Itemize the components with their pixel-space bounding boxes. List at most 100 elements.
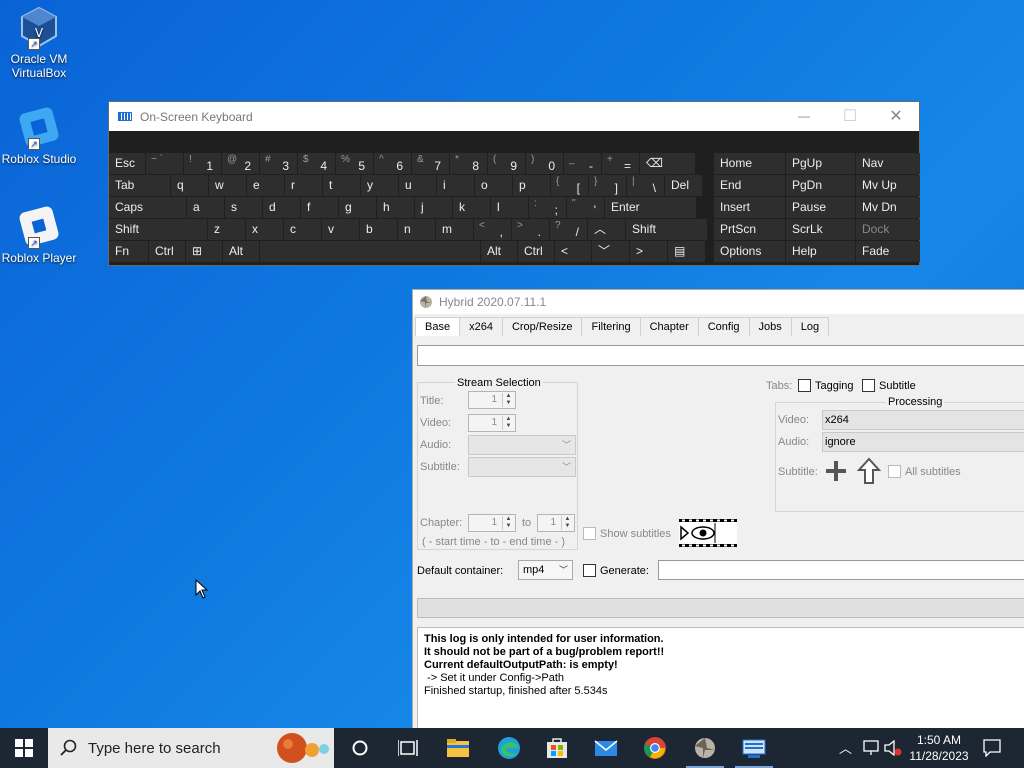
generate-checkbox[interactable] [583, 564, 596, 577]
title-stepper[interactable]: 1 ▲ ▼ [468, 391, 516, 409]
osk-key[interactable]: & 7 [412, 153, 449, 174]
osk-nav-key[interactable]: PrtScn [714, 219, 785, 240]
osk-key[interactable]: #3 [260, 153, 297, 174]
osk-key[interactable]: Caps [109, 197, 186, 218]
osk-key[interactable]: Fn [109, 241, 148, 262]
windows-start-icon[interactable] [15, 739, 33, 757]
osk-key[interactable]: Shift [109, 219, 207, 240]
osk-nav-key[interactable]: Help [786, 241, 855, 262]
osk-key[interactable]: c [284, 219, 321, 240]
osk-key[interactable]: n [398, 219, 435, 240]
hybrid-taskbar-icon[interactable] [693, 736, 717, 760]
osk-key[interactable]: @2 [222, 153, 259, 174]
osk-nav-key[interactable]: End [714, 175, 785, 196]
osk-nav-key[interactable]: PgUp [786, 153, 855, 174]
tagging-checkbox[interactable] [798, 379, 811, 392]
osk-key[interactable]: f [301, 197, 338, 218]
mail-icon[interactable] [594, 736, 618, 760]
osk-key[interactable]: a [187, 197, 224, 218]
video-stepper[interactable]: 1 ▲ ▼ [468, 414, 516, 432]
edge-icon[interactable] [497, 736, 521, 760]
cortana-icon[interactable] [351, 739, 369, 757]
osk-key[interactable]: r [285, 175, 322, 196]
osk-key[interactable]: s [225, 197, 262, 218]
osk-key[interactable]: i [437, 175, 474, 196]
search-box[interactable]: Type here to search [48, 728, 334, 768]
desktop-icon-virtualbox[interactable]: V ↗ Oracle VM VirtualBox [0, 6, 78, 80]
osk-key[interactable]: x [246, 219, 283, 240]
generate-field[interactable] [658, 560, 1024, 580]
tab-log[interactable]: Log [790, 317, 830, 336]
maximize-button[interactable]: ☐ [827, 102, 873, 131]
osk-key[interactable]: ▤ [668, 241, 705, 262]
osk-key[interactable]: $4 [298, 153, 335, 174]
osk-key[interactable]: y [361, 175, 398, 196]
subtitle-tab-checkbox[interactable] [862, 379, 875, 392]
osk-key[interactable]: > [630, 241, 667, 262]
osk-key[interactable]: d [263, 197, 300, 218]
osk-key[interactable]: _ - [564, 153, 601, 174]
minimize-button[interactable]: — [781, 102, 827, 131]
osk-nav-key[interactable]: Mv Up [856, 175, 920, 196]
osk-key[interactable]: ! 1 [184, 153, 221, 174]
osk-nav-key[interactable]: ScrLk [786, 219, 855, 240]
store-icon[interactable] [545, 736, 569, 760]
notification-center-icon[interactable] [983, 739, 1001, 757]
osk-key[interactable]: ⌫ [640, 153, 695, 174]
osk-key[interactable]: Del [665, 175, 702, 196]
osk-taskbar-icon[interactable] [742, 736, 766, 760]
osk-key[interactable]: m [436, 219, 473, 240]
default-container-select[interactable]: mp4 ﹀ [518, 560, 573, 580]
osk-key[interactable]: ^ 6 [374, 153, 411, 174]
close-button[interactable]: ✕ [873, 102, 919, 131]
subtitle-select[interactable]: ﹀ [468, 457, 576, 477]
osk-key[interactable]: q [171, 175, 208, 196]
tab-base[interactable]: Base [415, 317, 461, 336]
osk-nav-key[interactable]: Options [714, 241, 785, 262]
chapter-to-stepper[interactable]: 1 ▲ ▼ [537, 514, 575, 532]
tab-jobs[interactable]: Jobs [748, 317, 792, 336]
osk-nav-key[interactable]: Mv Dn [856, 197, 920, 218]
file-explorer-icon[interactable] [446, 736, 470, 760]
show-subtitles-checkbox[interactable] [583, 527, 596, 540]
osk-nav-key[interactable]: Pause [786, 197, 855, 218]
osk-key[interactable]: Shift [626, 219, 707, 240]
desktop-icon-roblox-player[interactable]: ↗ Roblox Player [0, 205, 78, 265]
osk-key[interactable]: g [339, 197, 376, 218]
osk-titlebar[interactable]: On-Screen Keyboard — ☐ ✕ [109, 102, 919, 131]
osk-key[interactable]: }] [589, 175, 626, 196]
osk-key[interactable]: Ctrl [149, 241, 185, 262]
osk-key[interactable] [260, 241, 480, 262]
osk-key[interactable]: * 8 [450, 153, 487, 174]
osk-key[interactable]: z [208, 219, 245, 240]
osk-key[interactable]: b [360, 219, 397, 240]
tray-chevron-up-icon[interactable]: ︿ [839, 738, 852, 757]
osk-key[interactable]: l [491, 197, 528, 218]
osk-key[interactable]: " ' [567, 197, 604, 218]
osk-key[interactable]: p [513, 175, 550, 196]
osk-key[interactable]: Tab [109, 175, 170, 196]
tab-x264[interactable]: x264 [459, 317, 503, 336]
osk-key[interactable]: ︿ [588, 219, 625, 240]
osk-key[interactable]: Ctrl [518, 241, 554, 262]
tab-config[interactable]: Config [697, 317, 750, 336]
volume-muted-icon[interactable] [884, 740, 902, 756]
input-file-field[interactable] [417, 345, 1024, 366]
audio-select[interactable]: ﹀ [468, 435, 576, 455]
osk-key[interactable]: t [323, 175, 360, 196]
osk-key[interactable]: ⊞ [186, 241, 222, 262]
osk-key[interactable]: :; [529, 197, 566, 218]
tab-crop-resize[interactable]: Crop/Resize [501, 317, 583, 336]
network-icon[interactable] [862, 740, 880, 756]
osk-key[interactable]: e [247, 175, 284, 196]
osk-key[interactable]: k [453, 197, 490, 218]
processing-audio-select[interactable]: ignore [822, 432, 1024, 452]
osk-key[interactable]: + = [602, 153, 639, 174]
tab-chapter[interactable]: Chapter [639, 317, 699, 336]
arrow-up-icon[interactable] [857, 457, 881, 485]
osk-nav-key[interactable]: Home [714, 153, 785, 174]
osk-key[interactable]: ) 0 [526, 153, 563, 174]
osk-key[interactable]: Alt [481, 241, 517, 262]
osk-nav-key[interactable]: PgDn [786, 175, 855, 196]
all-subtitles-checkbox[interactable] [888, 465, 901, 478]
